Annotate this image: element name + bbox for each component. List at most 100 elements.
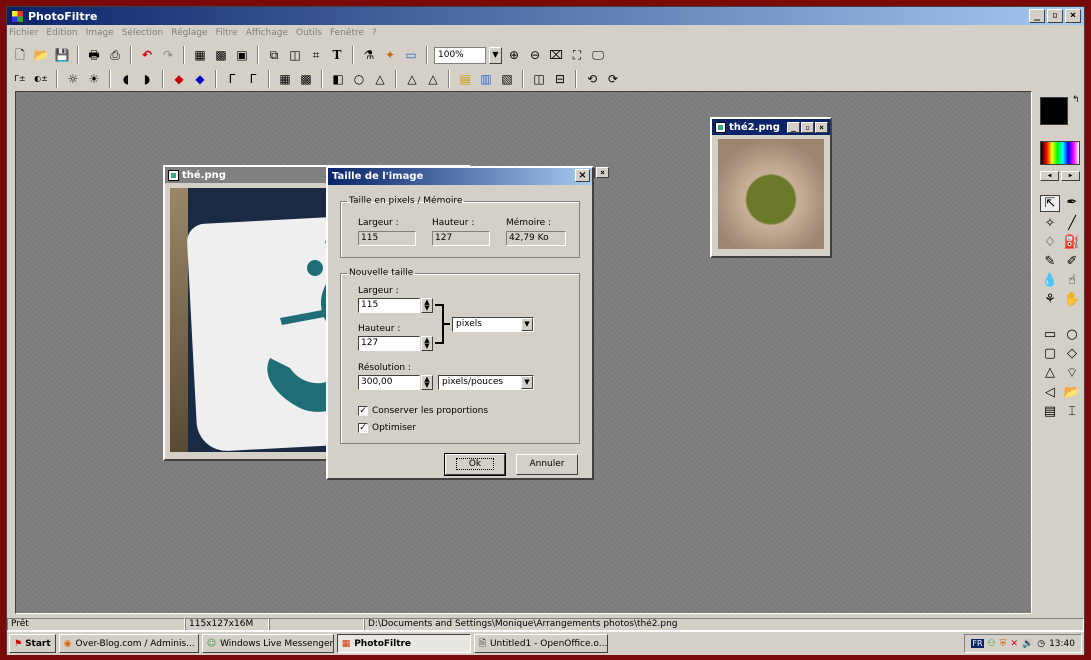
drop-plus-icon[interactable]: △ — [424, 70, 442, 88]
resolution-unit-dropdown-icon[interactable]: ▼ — [521, 376, 533, 389]
rotate-left-icon[interactable]: ⟲ — [583, 70, 601, 88]
background-window-close[interactable]: × — [596, 167, 609, 178]
new-width-spinner[interactable]: ▲ ▼ — [421, 298, 433, 313]
print-icon[interactable]: 🖶 — [85, 46, 103, 64]
auto-level-icon[interactable]: Γ± — [11, 70, 29, 88]
flip-v-icon[interactable]: ⊟ — [551, 70, 569, 88]
start-button[interactable]: ⚑ Start — [9, 634, 56, 653]
image-window-title[interactable]: thé2.png _ ▫ × — [712, 119, 830, 135]
image-window-the2[interactable]: thé2.png _ ▫ × — [710, 117, 832, 258]
network-icon[interactable]: ⚇ — [988, 639, 996, 649]
blur-drop-icon[interactable]: 💧 — [1040, 273, 1060, 288]
dialog-close-button[interactable]: × — [575, 169, 590, 182]
image-size-icon[interactable]: ⧉ — [265, 46, 283, 64]
brightness-plus-icon[interactable]: ☀ — [85, 70, 103, 88]
minimize-button[interactable]: _ — [1029, 9, 1045, 23]
canvas-size-icon[interactable]: ◫ — [286, 46, 304, 64]
blur-icon[interactable]: ◧ — [329, 70, 347, 88]
maximize-button[interactable]: ▫ — [1047, 9, 1063, 23]
zoom-input[interactable]: 100% — [434, 46, 486, 64]
app-titlebar[interactable]: PhotoFiltre _ ▫ × — [7, 7, 1084, 25]
scan-icon[interactable]: ⎙ — [106, 46, 124, 64]
resolution-input[interactable]: 300,00 — [358, 375, 420, 390]
menu-filtre[interactable]: Filtre — [216, 28, 238, 38]
saturation-minus-icon[interactable]: ◆ — [170, 70, 188, 88]
menu-reglage[interactable]: Réglage — [171, 28, 207, 38]
screen-icon[interactable]: 🖵 — [589, 46, 607, 64]
flip-h-icon[interactable]: ◫ — [530, 70, 548, 88]
diamond-icon[interactable]: ◇ — [1062, 346, 1082, 361]
text-select-icon[interactable]: ⌶ — [1062, 404, 1082, 419]
new-width-input[interactable]: 115 — [358, 298, 420, 313]
frame-icon[interactable]: ▤ — [456, 70, 474, 88]
close-button[interactable]: × — [1065, 9, 1081, 23]
gamma-plus-icon[interactable]: Γ — [244, 70, 262, 88]
unit-dropdown-icon[interactable]: ▼ — [521, 318, 533, 331]
connection-icon[interactable]: ✕ — [1010, 639, 1018, 649]
clock-icon[interactable]: ◷ — [1037, 639, 1045, 649]
brush-icon[interactable]: ✎ — [1040, 254, 1060, 269]
saturation-plus-icon[interactable]: ◆ — [191, 70, 209, 88]
auto-contrast-icon[interactable]: ◐± — [32, 70, 50, 88]
selection-arrow-icon[interactable]: ⇱ — [1040, 195, 1060, 212]
hand-icon[interactable]: ✋ — [1062, 292, 1082, 307]
unit-select[interactable]: pixels ▼ — [452, 317, 534, 332]
cut-icon[interactable]: ▦ — [191, 46, 209, 64]
language-indicator[interactable]: FR — [971, 639, 984, 648]
new-height-spinner[interactable]: ▲ ▼ — [421, 336, 433, 351]
open-icon[interactable]: 📂 — [32, 46, 50, 64]
resolution-spinner[interactable]: ▲ ▼ — [421, 375, 433, 390]
resolution-unit-select[interactable]: pixels/pouces ▼ — [438, 375, 534, 390]
ellipse-icon[interactable]: ○ — [1062, 327, 1082, 342]
volume-icon[interactable]: 🔊 — [1022, 639, 1033, 649]
open-selection-icon[interactable]: 📂 — [1062, 385, 1082, 400]
zoom-out-icon[interactable]: ⊖ — [526, 46, 544, 64]
menu-fichier[interactable]: Fichier — [9, 28, 38, 38]
shield-icon[interactable]: ⛨ — [1000, 639, 1007, 649]
menu-edition[interactable]: Edition — [46, 28, 77, 38]
smudge-icon[interactable]: ☝ — [1062, 273, 1082, 288]
color-scroll-left-icon[interactable]: ◀ — [1040, 171, 1059, 181]
menu-outils[interactable]: Outils — [296, 28, 322, 38]
swap-colors-icon[interactable]: ↰ — [1072, 95, 1080, 105]
paste-icon[interactable]: ▣ — [233, 46, 251, 64]
fill-bucket-icon[interactable]: ♢ — [1040, 235, 1060, 250]
color-scroll-right-icon[interactable]: ▶ — [1061, 171, 1080, 181]
grayscale-icon[interactable]: ▦ — [276, 70, 294, 88]
texture-icon[interactable]: ▧ — [498, 70, 516, 88]
rotate-right-icon[interactable]: ⟳ — [604, 70, 622, 88]
new-icon[interactable]: 🗋 — [11, 46, 29, 64]
drop-icon[interactable]: △ — [403, 70, 421, 88]
eyedropper-icon[interactable]: ✒ — [1062, 195, 1082, 212]
rectangle-icon[interactable]: ▭ — [1040, 327, 1060, 342]
optimize-check-icon[interactable]: ✓ — [358, 423, 368, 433]
spray-icon[interactable]: ⛽ — [1062, 235, 1082, 250]
polygon-icon[interactable]: ◁ — [1040, 385, 1060, 400]
optimize-checkbox[interactable]: ✓ Optimiser — [358, 423, 416, 433]
keep-proportions-check-icon[interactable]: ✓ — [358, 406, 368, 416]
save-icon[interactable]: 💾 — [53, 46, 71, 64]
fit-icon[interactable]: ⌧ — [547, 46, 565, 64]
line-icon[interactable]: ╱ — [1062, 216, 1082, 231]
copy-icon[interactable]: ▩ — [212, 46, 230, 64]
ok-button[interactable]: Ok — [444, 453, 506, 476]
window-close-button[interactable]: × — [815, 121, 828, 133]
text-icon[interactable]: T — [328, 46, 346, 64]
magic-wand-icon[interactable]: ✧ — [1040, 216, 1060, 231]
triangle-icon[interactable]: △ — [1040, 365, 1060, 381]
taskbar-item-openoffice[interactable]: 🗎 Untitled1 - OpenOffice.o... — [473, 634, 608, 653]
soften-icon[interactable]: ○ — [350, 70, 368, 88]
rounded-rect-icon[interactable]: ▢ — [1040, 346, 1060, 361]
stamp-icon[interactable]: ⚘ — [1040, 292, 1060, 307]
window-minimize-button[interactable]: _ — [787, 121, 800, 133]
gamma-minus-icon[interactable]: Γ — [223, 70, 241, 88]
color-grid[interactable] — [1040, 141, 1080, 165]
dialog-titlebar[interactable]: Taille de l'image × — [328, 168, 592, 185]
cancel-button[interactable]: Annuler — [516, 454, 578, 475]
taskbar-item-messenger[interactable]: ☺ Windows Live Messenger — [201, 634, 334, 653]
full-icon[interactable]: ⛶ — [568, 46, 586, 64]
taskbar-item-photofiltre[interactable]: ▦ PhotoFiltre — [336, 634, 471, 653]
sepia-icon[interactable]: ▩ — [297, 70, 315, 88]
fx-icon[interactable]: ⚗ — [360, 46, 378, 64]
advanced-brush-icon[interactable]: ✐ — [1062, 254, 1082, 269]
